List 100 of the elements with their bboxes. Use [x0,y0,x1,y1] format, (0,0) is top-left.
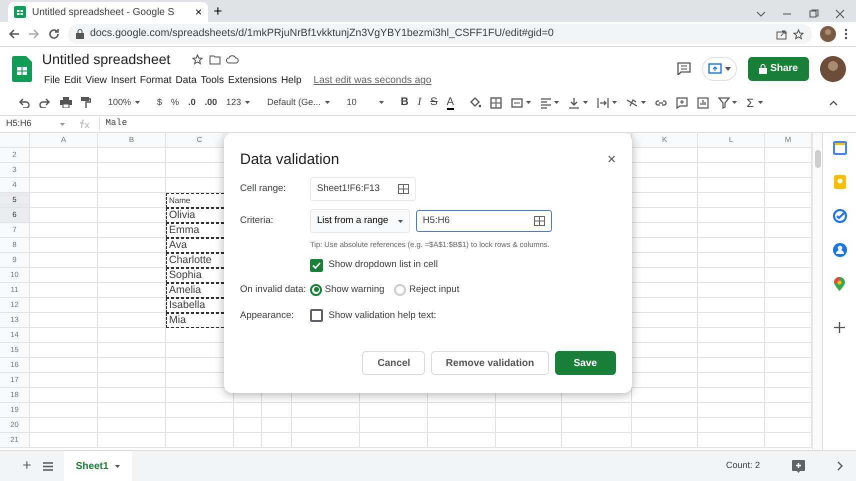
sheet-list-icon[interactable] [42,462,53,470]
borders-icon[interactable] [490,96,502,108]
sheets-logo-icon [14,6,26,18]
print-icon[interactable] [60,97,72,108]
bold-button[interactable]: B [392,94,409,111]
document-title[interactable]: Untitled spreadsheet [42,49,170,70]
caret-icon [245,101,250,104]
strikethrough-button[interactable]: S [430,94,438,111]
field-label: Criteria: [240,214,274,228]
grid-select-icon[interactable] [534,216,545,226]
percent-button[interactable]: % [171,96,180,110]
decrease-decimals-button[interactable]: .0 [188,96,196,110]
radio-button[interactable] [310,284,322,296]
close-tab-button[interactable]: × [194,3,202,21]
browser-tab[interactable]: Untitled spreadsheet - Google S × [8,2,208,22]
explore-icon[interactable] [792,460,805,472]
present-icon [708,63,722,74]
share-page-icon[interactable] [776,28,787,40]
map-pin-icon[interactable] [834,277,845,291]
contacts-icon[interactable] [832,243,846,257]
align-left-icon[interactable] [540,96,552,108]
expand-panel-icon[interactable] [837,461,843,471]
address-bar[interactable]: docs.google.com/spreadsheets/d/1mkPRjuNrBf1vkktunjZn3VgYBY1bezmi3hl_CSFF1FU/edit#gid=0 [68,24,812,44]
menu-item[interactable]: Edit [62,73,84,88]
remove-validation-button[interactable]: Remove validation [430,351,550,375]
folder-icon[interactable] [208,54,221,65]
cancel-button[interactable]: Cancel [362,351,426,375]
new-tab-button[interactable]: + [208,2,228,22]
back-icon[interactable] [8,28,20,40]
save-button[interactable]: Save [554,351,616,375]
comment-icon[interactable] [676,62,691,75]
vertical-align-icon[interactable] [568,96,580,108]
field-label: Cell range: [240,182,287,196]
close-button[interactable]: × [607,149,616,172]
increase-decimals-button[interactable]: .00 [204,96,218,110]
text-color-button[interactable]: A [446,96,454,110]
fill-color-icon[interactable] [468,96,481,108]
filter-icon[interactable] [718,96,730,108]
lock-icon [76,29,84,39]
tasks-icon[interactable] [832,209,846,223]
sheet-tab[interactable]: Sheet1 [64,450,132,481]
undo-icon[interactable] [18,98,30,108]
comment-icon[interactable] [676,96,688,108]
cloud-icon[interactable] [226,54,240,65]
caret-icon [758,101,763,104]
caret-icon [378,101,384,104]
font-select[interactable]: Default (Ge... [259,96,330,110]
menu-item[interactable]: Tools [198,73,226,88]
add-sheet-button[interactable]: + [16,454,38,478]
restore-icon[interactable] [808,9,818,20]
italic-button[interactable]: I [418,94,422,111]
menu-item[interactable]: Data [174,73,199,88]
caret-icon [135,101,140,104]
last-edit-link[interactable]: Last edit was seconds ago [314,73,432,88]
zoom-select[interactable]: 100% [100,96,140,110]
checkbox-label: Show validation help text: [328,308,436,323]
caret-icon [583,101,588,104]
formula-field[interactable]: Male [99,117,128,131]
close-icon[interactable] [835,9,845,20]
menu-item[interactable]: Help [278,73,304,88]
calendar-icon[interactable] [832,141,846,155]
range-input[interactable]: H5:H6 [416,210,552,232]
checkbox[interactable] [310,309,323,322]
functions-button[interactable]: Σ [746,94,763,112]
merge-cells-icon[interactable] [510,96,523,108]
text-rotation-icon[interactable] [626,96,638,108]
menu-item[interactable]: Format [138,73,174,88]
sheets-logo-icon[interactable] [12,56,32,82]
currency-button[interactable]: $ [149,96,162,110]
radio-label: Show warning [324,282,384,296]
grid-select-icon[interactable] [398,184,409,194]
menu-item[interactable]: Extensions [226,73,279,88]
criteria-dropdown[interactable]: List from a range [310,209,410,233]
chart-icon[interactable] [696,96,709,108]
star-icon[interactable] [793,28,804,40]
menu-item[interactable]: View [83,73,109,88]
menu-item[interactable]: Insert [108,73,138,88]
caret-icon[interactable] [60,122,65,126]
checkbox[interactable] [310,258,323,272]
menu-icon[interactable] [844,28,848,40]
star-icon[interactable] [192,54,204,65]
cell-range-field[interactable]: Sheet1!F6:F13 [310,177,416,201]
paint-format-icon[interactable] [81,97,91,108]
font-size-select[interactable]: 10 [338,96,384,110]
reload-icon[interactable] [48,28,60,40]
present-button[interactable] [702,56,738,80]
scrollbar-thumb[interactable] [815,150,821,168]
name-box[interactable]: H5:H6 [0,117,60,131]
plus-icon[interactable] [834,322,845,333]
chevron-down-icon[interactable] [756,9,766,20]
menu-item[interactable]: File [42,73,62,88]
count-label[interactable]: Count: 2 [726,459,760,473]
number-format-select[interactable]: 123 [226,96,250,110]
text-wrap-icon[interactable] [597,96,610,108]
collapse-icon[interactable] [829,100,838,106]
redo-icon[interactable] [39,98,51,108]
radio-label: Reject input [409,282,460,296]
avatar[interactable] [820,26,836,42]
share-button[interactable]: Share [748,56,809,80]
avatar[interactable] [820,56,846,82]
